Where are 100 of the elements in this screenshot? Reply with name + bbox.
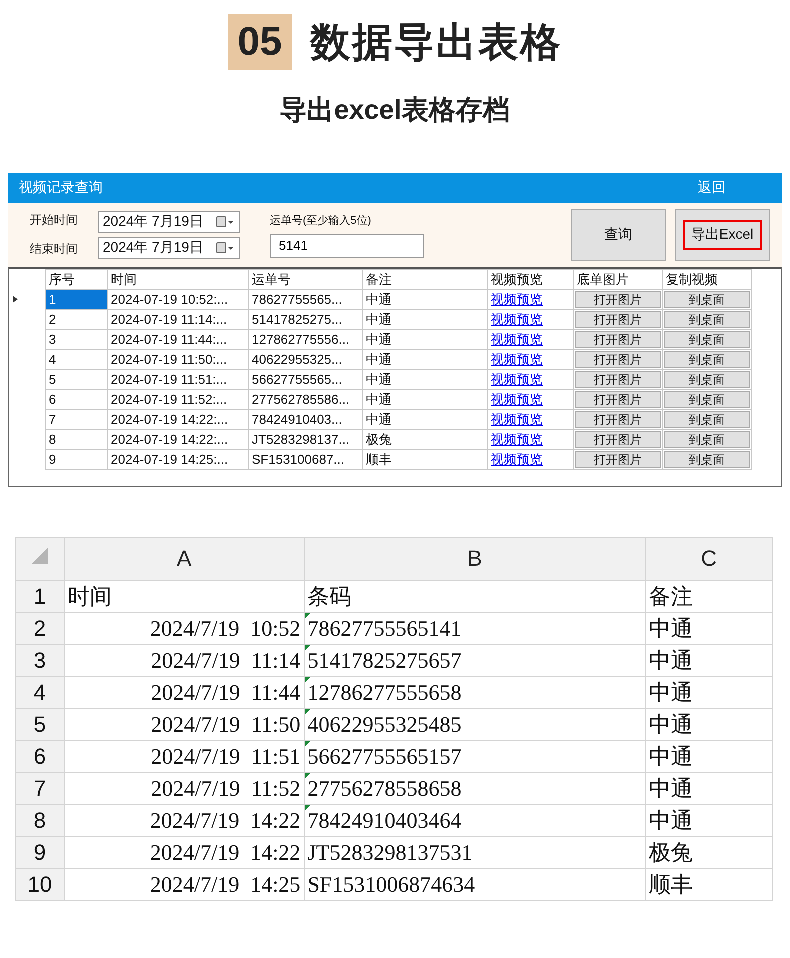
calendar-dropdown-icon[interactable]	[216, 215, 235, 229]
table-cell: 2024/7/19 10:52	[64, 612, 304, 644]
table-cell: 2024-07-19 11:14:...	[108, 310, 248, 330]
error-flag-icon	[304, 677, 311, 683]
table-cell: 8	[46, 430, 108, 450]
waybill-field[interactable]: 5141	[270, 234, 424, 258]
copy-to-desktop-button[interactable]: 到桌面	[664, 371, 750, 388]
table-cell: 2024-07-19 14:22:...	[108, 430, 248, 450]
table-cell: 中通	[646, 772, 772, 804]
section-number: 05	[228, 14, 292, 70]
table-cell: 1	[46, 290, 108, 310]
column-header: 复制视频	[662, 270, 752, 290]
copy-to-desktop-button[interactable]: 到桌面	[664, 391, 750, 408]
column-header: 时间	[108, 270, 248, 290]
table-cell: 顺丰	[362, 450, 488, 470]
column-header: 底单图片	[574, 270, 662, 290]
open-image-button[interactable]: 打开图片	[575, 371, 661, 388]
row-header[interactable]: 10	[16, 868, 64, 900]
row-header[interactable]: 7	[16, 772, 64, 804]
table-cell: 2024/7/19 11:52	[64, 772, 304, 804]
table-cell: 中通	[362, 310, 488, 330]
table-cell: 2024/7/19 11:14	[64, 644, 304, 676]
column-header[interactable]: C	[646, 538, 772, 580]
table-cell: 2024-07-19 14:25:...	[108, 450, 248, 470]
column-header: 运单号	[248, 270, 362, 290]
row-header[interactable]: 6	[16, 740, 64, 772]
table-cell: 中通	[362, 370, 488, 390]
table-cell: 中通	[646, 676, 772, 708]
table-cell: 78627755565...	[248, 290, 362, 310]
export-button[interactable]: 导出Excel	[675, 209, 770, 261]
table-cell: 56627755565157	[304, 740, 646, 772]
row-header[interactable]: 9	[16, 836, 64, 868]
table-cell: 中通	[362, 410, 488, 430]
table-cell: 中通	[646, 740, 772, 772]
table-cell: 备注	[646, 580, 772, 612]
table-cell: 127862775556...	[248, 330, 362, 350]
table-cell: 51417825275657	[304, 644, 646, 676]
row-header[interactable]: 1	[16, 580, 64, 612]
row-header[interactable]: 4	[16, 676, 64, 708]
copy-to-desktop-button[interactable]: 到桌面	[664, 291, 750, 308]
table-cell: 2024/7/19 11:51	[64, 740, 304, 772]
table-cell: 40622955325485	[304, 708, 646, 740]
column-header[interactable]: A	[64, 538, 304, 580]
table-cell: 40622955325...	[248, 350, 362, 370]
row-header[interactable]: 8	[16, 804, 64, 836]
copy-to-desktop-button[interactable]: 到桌面	[664, 331, 750, 348]
open-image-button[interactable]: 打开图片	[575, 391, 661, 408]
row-header[interactable]: 2	[16, 612, 64, 644]
table-cell: 中通	[646, 612, 772, 644]
copy-to-desktop-button[interactable]: 到桌面	[664, 411, 750, 428]
query-button[interactable]: 查询	[571, 209, 666, 261]
open-image-button[interactable]: 打开图片	[575, 331, 661, 348]
table-cell: 56627755565...	[248, 370, 362, 390]
table-cell: 中通	[362, 390, 488, 410]
table-cell: 4	[46, 350, 108, 370]
column-header[interactable]: B	[304, 538, 646, 580]
error-flag-icon	[304, 805, 311, 811]
error-flag-icon	[304, 709, 311, 715]
table-cell: 7	[46, 410, 108, 430]
table-cell: 2024-07-19 11:44:...	[108, 330, 248, 350]
table-cell: 2024/7/19 14:22	[64, 836, 304, 868]
table-cell: 2024/7/19 11:50	[64, 708, 304, 740]
table-cell: 6	[46, 390, 108, 410]
table-cell: 78424910403...	[248, 410, 362, 430]
table-cell: 极兔	[362, 430, 488, 450]
table-cell: 2024-07-19 11:52:...	[108, 390, 248, 410]
row-header[interactable]: 3	[16, 644, 64, 676]
calendar-dropdown-icon[interactable]	[216, 241, 235, 255]
table-cell: SF153100687...	[248, 450, 362, 470]
column-header: 视频预览	[488, 270, 574, 290]
table-cell: 2024/7/19 14:25	[64, 868, 304, 900]
table-cell: JT5283298137531	[304, 836, 646, 868]
table-cell: 时间	[64, 580, 304, 612]
row-header[interactable]: 5	[16, 708, 64, 740]
open-image-button[interactable]: 打开图片	[575, 291, 661, 308]
table-cell: JT5283298137...	[248, 430, 362, 450]
error-flag-icon	[304, 613, 311, 619]
table-cell: 9	[46, 450, 108, 470]
table-cell: 5	[46, 370, 108, 390]
open-image-button[interactable]: 打开图片	[575, 451, 661, 468]
open-image-button[interactable]: 打开图片	[575, 411, 661, 428]
table-cell: 2	[46, 310, 108, 330]
start-time-label: 开始时间	[30, 212, 79, 229]
table-cell: 78627755565141	[304, 612, 646, 644]
copy-to-desktop-button[interactable]: 到桌面	[664, 311, 750, 328]
open-image-button[interactable]: 打开图片	[575, 351, 661, 368]
copy-to-desktop-button[interactable]: 到桌面	[664, 431, 750, 448]
table-cell: 2024-07-19 14:22:...	[108, 410, 248, 430]
table-cell: 2024-07-19 10:52:...	[108, 290, 248, 310]
copy-to-desktop-button[interactable]: 到桌面	[664, 451, 750, 468]
table-cell: 2024/7/19 14:22	[64, 804, 304, 836]
row-pointer-icon	[12, 295, 19, 304]
open-image-button[interactable]: 打开图片	[575, 431, 661, 448]
window-title: 视频记录查询	[19, 179, 103, 197]
open-image-button[interactable]: 打开图片	[575, 311, 661, 328]
table-cell: 中通	[362, 350, 488, 370]
table-cell: 中通	[362, 330, 488, 350]
table-cell: 2024/7/19 11:44	[64, 676, 304, 708]
table-cell: 12786277555658	[304, 676, 646, 708]
copy-to-desktop-button[interactable]: 到桌面	[664, 351, 750, 368]
